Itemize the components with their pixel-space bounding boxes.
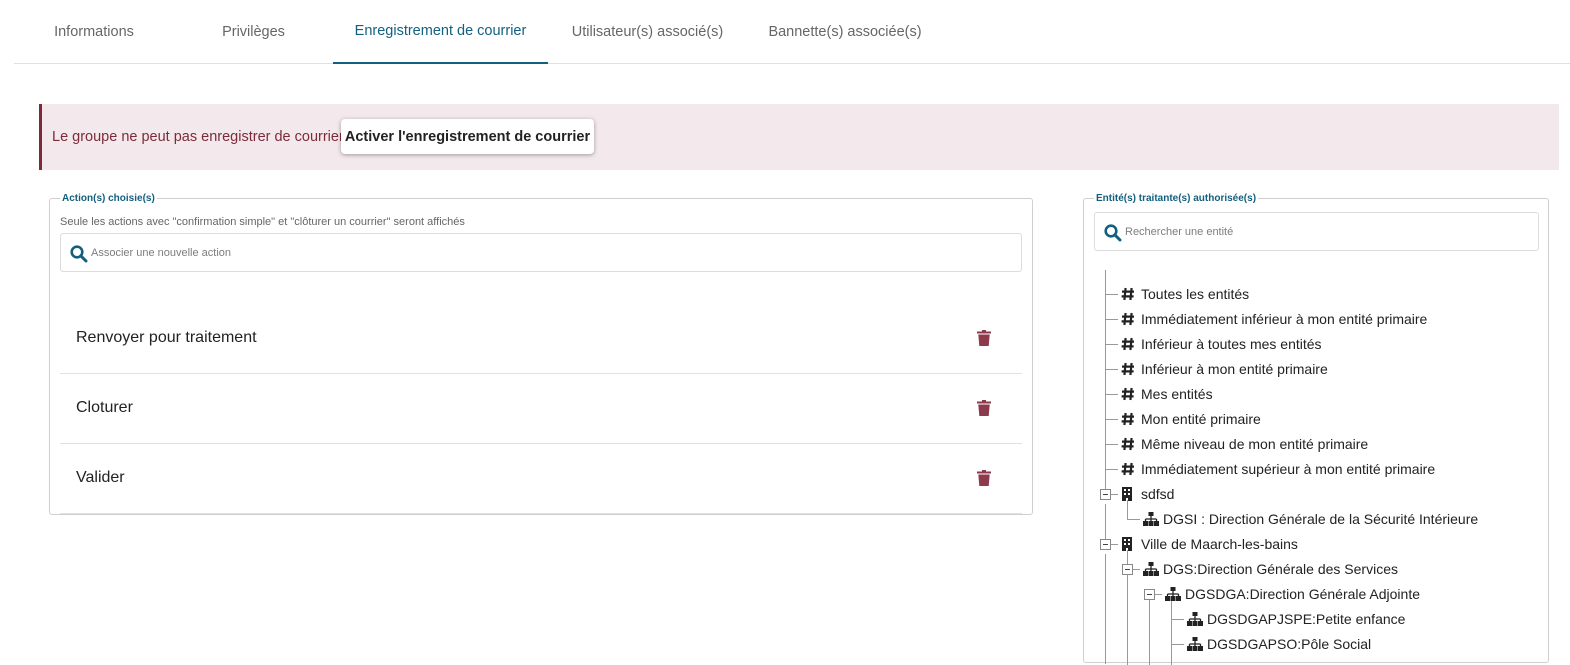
- tree-item-label[interactable]: Mes entités: [1141, 386, 1213, 402]
- action-search-box: [60, 233, 1022, 272]
- trash-icon[interactable]: [977, 400, 991, 416]
- actions-note: Seule les actions avec "confirmation sim…: [60, 216, 465, 228]
- actions-panel: Action(s) choisie(s) Seule les actions a…: [49, 193, 1033, 515]
- hash-icon: [1121, 437, 1134, 451]
- search-icon: [1104, 224, 1122, 242]
- action-item: Renvoyer pour traitement: [60, 305, 1022, 374]
- tree-item-label[interactable]: DGS:Direction Générale des Services: [1163, 561, 1398, 577]
- tree-item: Ville de Maarch-les-bains: [1084, 532, 1544, 557]
- action-item: Cloturer: [60, 375, 1022, 444]
- mail-registration-alert: Le groupe ne peut pas enregistrer de cou…: [39, 104, 1559, 170]
- tab-bar: Informations Privilèges Enregistrement d…: [14, 0, 1570, 64]
- tree-item: Immédiatement supérieur à mon entité pri…: [1084, 457, 1544, 482]
- tree-item-label[interactable]: DGSI : Direction Générale de la Sécurité…: [1163, 511, 1478, 527]
- trash-icon[interactable]: [977, 470, 991, 486]
- collapse-toggle[interactable]: [1122, 564, 1133, 575]
- tab-informations[interactable]: Informations: [14, 0, 174, 64]
- hash-icon: [1121, 362, 1134, 376]
- enable-mail-registration-button[interactable]: Activer l'enregistrement de courrier: [341, 119, 594, 154]
- hash-icon: [1121, 387, 1134, 401]
- collapse-toggle[interactable]: [1100, 539, 1111, 550]
- hash-icon: [1121, 412, 1134, 426]
- search-icon: [70, 245, 88, 263]
- action-item-label: Cloturer: [76, 399, 133, 416]
- action-item: Valider: [60, 445, 1022, 514]
- trash-icon[interactable]: [977, 330, 991, 346]
- alert-message: Le groupe ne peut pas enregistrer de cou…: [52, 129, 348, 145]
- tab-bannettes-associees[interactable]: Bannette(s) associée(s): [747, 0, 943, 64]
- tree-item-label[interactable]: Ville de Maarch-les-bains: [1141, 536, 1298, 552]
- tree-item: Même niveau de mon entité primaire: [1084, 432, 1544, 457]
- action-item-label: Valider: [76, 469, 125, 486]
- tree-item-label[interactable]: Toutes les entités: [1141, 286, 1249, 302]
- tab-privileges[interactable]: Privilèges: [174, 0, 333, 64]
- tree-item: DGS:Direction Générale des Services: [1084, 557, 1544, 582]
- tree-item-label[interactable]: Mon entité primaire: [1141, 411, 1261, 427]
- building-icon: [1122, 537, 1132, 551]
- tree-item: Mes entités: [1084, 382, 1544, 407]
- hash-icon: [1121, 462, 1134, 476]
- sitemap-icon: [1187, 637, 1203, 651]
- tree-item: DGSDGA:Direction Générale Adjointe: [1084, 582, 1544, 607]
- action-search-input[interactable]: [91, 234, 991, 271]
- tab-enregistrement-courrier[interactable]: Enregistrement de courrier: [333, 0, 548, 64]
- entity-search-box: [1094, 212, 1539, 251]
- tree-item: Immédiatement inférieur à mon entité pri…: [1084, 307, 1544, 332]
- tree-item-label[interactable]: DGSDGAPSO:Pôle Social: [1207, 636, 1371, 652]
- tree-item: Inférieur à toutes mes entités: [1084, 332, 1544, 357]
- action-item-label: Renvoyer pour traitement: [76, 329, 257, 346]
- tree-item-label[interactable]: DGSDGAPJSPE:Petite enfance: [1207, 611, 1405, 627]
- collapse-toggle[interactable]: [1100, 489, 1111, 500]
- tree-item: Inférieur à mon entité primaire: [1084, 357, 1544, 382]
- tree-item-label[interactable]: Inférieur à toutes mes entités: [1141, 336, 1322, 352]
- tree-item: DGSDGAPJSPE:Petite enfance: [1084, 607, 1544, 632]
- sitemap-icon: [1143, 512, 1159, 526]
- tab-utilisateurs-associes[interactable]: Utilisateur(s) associé(s): [548, 0, 747, 64]
- tree-item-label[interactable]: DGSDGA:Direction Générale Adjointe: [1185, 586, 1420, 602]
- tree-item-label[interactable]: Immédiatement inférieur à mon entité pri…: [1141, 311, 1427, 327]
- collapse-toggle[interactable]: [1144, 589, 1155, 600]
- sitemap-icon: [1187, 612, 1203, 626]
- tree-item-label[interactable]: Immédiatement supérieur à mon entité pri…: [1141, 461, 1435, 477]
- building-icon: [1122, 487, 1132, 501]
- tree-item-label[interactable]: Inférieur à mon entité primaire: [1141, 361, 1328, 377]
- tree-item: DGSI : Direction Générale de la Sécurité…: [1084, 507, 1544, 532]
- entities-panel: Entité(s) traitante(s) authorisée(s) Tou…: [1083, 193, 1549, 665]
- hash-icon: [1121, 312, 1134, 326]
- tree-item: Mon entité primaire: [1084, 407, 1544, 432]
- tree-item-label[interactable]: Même niveau de mon entité primaire: [1141, 436, 1368, 452]
- sitemap-icon: [1165, 587, 1181, 601]
- actions-panel-legend: Action(s) choisie(s): [62, 193, 155, 204]
- sitemap-icon: [1143, 562, 1159, 576]
- entities-panel-legend: Entité(s) traitante(s) authorisée(s): [1096, 193, 1257, 204]
- tree-item-label[interactable]: sdfsd: [1141, 486, 1174, 502]
- hash-icon: [1121, 287, 1134, 301]
- hash-icon: [1121, 337, 1134, 351]
- tree-item: Toutes les entités: [1084, 282, 1544, 307]
- entity-search-input[interactable]: [1125, 213, 1525, 250]
- tree-item: sdfsd: [1084, 482, 1544, 507]
